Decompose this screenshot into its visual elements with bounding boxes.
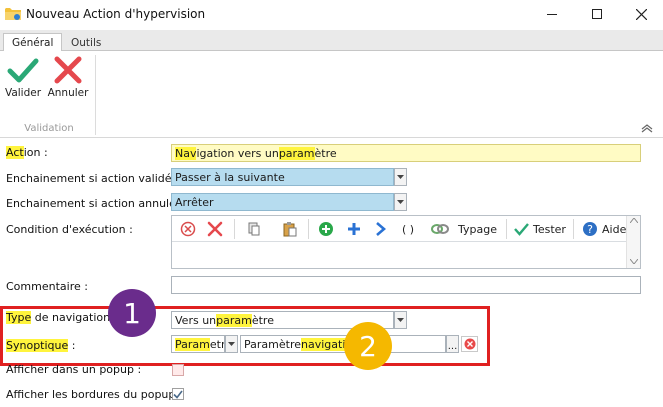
folder-icon — [5, 8, 21, 20]
clear-circle-icon — [180, 221, 196, 237]
chevron-down-icon — [397, 175, 404, 179]
svg-text:?: ? — [587, 223, 593, 236]
ribbon-panel — [0, 51, 663, 138]
action-field[interactable]: Nav igation vers un param ètre — [171, 144, 641, 162]
maximize-icon — [592, 9, 602, 19]
collapse-ribbon-icon[interactable] — [641, 123, 653, 133]
ribbon-group-label: Validation — [24, 123, 74, 134]
minimize-button[interactable] — [530, 0, 574, 28]
on-validated-dropdown[interactable] — [394, 168, 407, 186]
typage-label: Typage — [458, 222, 497, 236]
toolbar-separator — [234, 219, 235, 239]
popup-borders-label: Afficher les bordures du popup : — [6, 388, 183, 401]
next-button[interactable] — [374, 219, 388, 239]
delete-icon — [207, 221, 223, 237]
show-popup-label: Afficher dans un popup : — [6, 363, 142, 376]
check-icon — [173, 390, 183, 399]
typage-button[interactable]: Typage — [431, 219, 497, 239]
copy-icon — [248, 222, 260, 236]
minimize-icon — [547, 13, 557, 15]
plus-icon — [348, 223, 360, 235]
help-label: Aide — [602, 222, 627, 236]
on-validated-select[interactable]: Passer à la suivante — [171, 168, 394, 186]
close-icon — [635, 8, 647, 20]
validate-label: Valider — [4, 87, 42, 99]
close-button[interactable] — [619, 0, 663, 28]
window-title: Nouveau Action d'hypervision — [26, 7, 206, 21]
cancel-button[interactable]: Annuler — [48, 56, 88, 104]
toolbar-separator — [506, 219, 507, 239]
delete-condition-button[interactable] — [207, 219, 223, 239]
on-cancelled-select[interactable]: Arrêter — [171, 193, 394, 211]
callout-badge-one: 1 — [108, 289, 156, 337]
validate-button[interactable]: Valider — [4, 56, 42, 104]
clear-condition-button[interactable] — [180, 219, 196, 239]
parentheses-button[interactable]: ( ) — [402, 219, 414, 239]
maximize-button[interactable] — [575, 0, 619, 28]
cross-icon — [54, 56, 82, 84]
comment-input[interactable] — [171, 276, 641, 294]
popup-borders-checkbox[interactable] — [172, 388, 184, 400]
callout-badge-two: 2 — [344, 322, 392, 370]
checkmark-icon — [514, 223, 529, 236]
cancel-label: Annuler — [47, 87, 89, 99]
comment-label: Commentaire : — [6, 280, 88, 293]
add-circle-icon — [319, 222, 333, 236]
help-icon: ? — [583, 222, 597, 236]
show-popup-checkbox[interactable] — [172, 364, 184, 376]
chevron-down-icon — [397, 200, 404, 204]
on-cancelled-dropdown[interactable] — [394, 193, 407, 211]
scroll-down-icon[interactable] — [630, 259, 638, 264]
add-button[interactable] — [346, 219, 362, 239]
chevron-right-icon — [376, 222, 386, 236]
toolbar-separator — [573, 219, 574, 239]
highlight-frame — [0, 306, 490, 366]
action-label: Action : — [6, 146, 48, 159]
add-node-button[interactable] — [318, 219, 334, 239]
help-button[interactable]: ? Aide — [582, 219, 626, 239]
ribbon-group-separator — [95, 55, 96, 135]
toolbar-separator — [308, 219, 309, 239]
scroll-up-icon[interactable] — [630, 218, 638, 223]
tab-tools[interactable]: Outils — [63, 33, 109, 52]
paste-icon — [283, 222, 297, 237]
test-button[interactable]: Tester — [514, 219, 566, 239]
on-validated-label: Enchainement si action validée : — [6, 172, 186, 185]
tab-general[interactable]: Général — [3, 33, 63, 52]
on-cancelled-label: Enchainement si action annulée : — [6, 197, 190, 210]
test-label: Tester — [533, 222, 566, 236]
condition-label: Condition d'exécution : — [6, 223, 133, 236]
paste-button[interactable] — [282, 219, 298, 239]
checkmark-icon — [7, 58, 39, 83]
condition-scrollbar[interactable] — [626, 216, 640, 268]
copy-button[interactable] — [246, 219, 262, 239]
link-icon — [431, 224, 449, 234]
